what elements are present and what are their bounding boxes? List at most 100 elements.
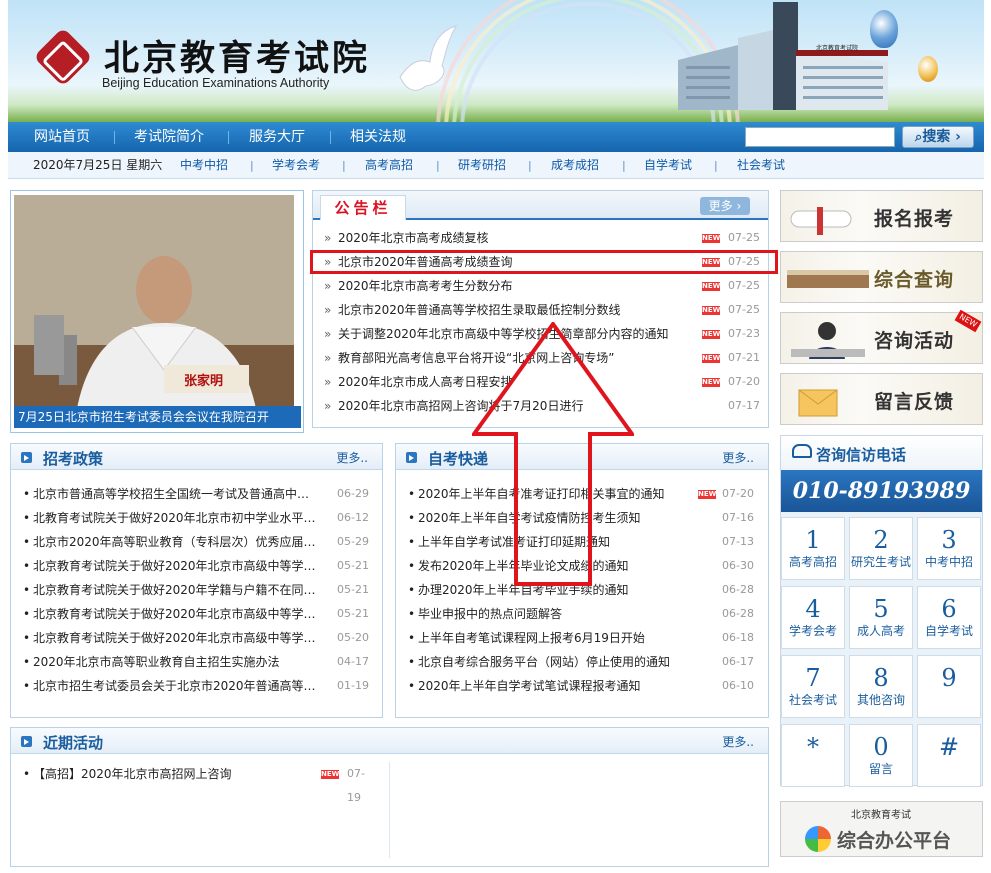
list-item-title[interactable]: 2020年上半年自学考试笔试课程报考通知 (418, 674, 641, 698)
list-item-title[interactable]: 【高招】2020年北京市高招网上咨询 (33, 762, 232, 786)
notice-item[interactable]: » 北京市2020年普通高等学校招生录取最低控制分数线 NEW 07-25 (322, 298, 762, 322)
list-item-title[interactable]: 北京自考综合服务平台（网站）停止使用的通知 (418, 650, 670, 674)
notice-more-button[interactable]: 更多 › (700, 197, 750, 215)
nav-laws[interactable]: 相关法规 (350, 122, 406, 152)
notice-item[interactable]: » 2020年北京市高考成绩复核 NEW 07-25 (322, 226, 762, 250)
keypad-key-number: 7 (805, 664, 821, 692)
side-button-registration[interactable]: 报名报考 (780, 190, 983, 242)
keypad-key[interactable]: 4 学考会考 (781, 586, 845, 649)
subnav-divider: | (250, 159, 254, 172)
list-item-title[interactable]: 北教育考试院关于做好2020年北京市初中学业水平… (33, 506, 316, 530)
list-item[interactable]: • 北京自考综合服务平台（网站）停止使用的通知 06-17 (408, 650, 758, 674)
keypad-key[interactable]: 7 社会考试 (781, 655, 845, 718)
keypad-key[interactable]: # (917, 724, 981, 787)
new-badge: NEW (702, 306, 721, 315)
keypad-key[interactable]: * (781, 724, 845, 787)
list-item-date: 01-19 (337, 679, 369, 692)
keypad-key[interactable]: 3 中考中招 (917, 517, 981, 580)
search-button[interactable]: ⌕搜索 › (902, 126, 974, 148)
office-small-text: 北京教育考试 (851, 810, 911, 821)
list-item-title[interactable]: 北京市2020年高等职业教育（专科层次）优秀应届… (33, 530, 316, 554)
list-item[interactable]: • 上半年自考笔试课程网上报考6月19日开始 06-18 (408, 626, 758, 650)
keypad-key[interactable]: 1 高考高招 (781, 517, 845, 580)
notice-item-date: 07-21 (728, 351, 760, 364)
list-item[interactable]: • 2020年上半年自学考试笔试课程报考通知 06-10 (408, 674, 758, 698)
nav-service[interactable]: 服务大厅 (249, 122, 305, 152)
keypad-key-number: 5 (873, 595, 889, 623)
keypad-key[interactable]: 2 研究生考试 (849, 517, 913, 580)
subnav-xuekao[interactable]: 学考会考 (272, 152, 320, 179)
nav-about[interactable]: 考试院简介 (134, 122, 204, 152)
policy-more-link[interactable]: 更多.. (336, 449, 368, 466)
side-button-feedback[interactable]: 留言反馈 (780, 373, 983, 425)
keypad-key[interactable]: 6 自学考试 (917, 586, 981, 649)
list-item[interactable]: • 北京市普通高等学校招生全国统一考试及普通高中… 06-29 (23, 482, 373, 506)
list-arrow-icon: » (324, 231, 332, 245)
new-badge: NEW (698, 490, 717, 499)
search-input[interactable] (745, 127, 895, 147)
list-item-title[interactable]: 2020年北京市高等职业教育自主招生实施办法 (33, 650, 280, 674)
list-item[interactable]: • 北京教育考试院关于做好2020年北京市高级中等学… 05-20 (23, 626, 373, 650)
highlight-box (310, 250, 778, 274)
list-item-title[interactable]: 北京教育考试院关于做好2020年北京市高级中等学… (33, 602, 316, 626)
list-item-title[interactable]: 北京市普通高等学校招生全国统一考试及普通高中… (33, 482, 309, 506)
bullet-icon: • (23, 767, 31, 781)
list-item[interactable]: • 北京市招生考试委员会关于北京市2020年普通高等… 01-19 (23, 674, 373, 698)
nav-home[interactable]: 网站首页 (34, 122, 90, 152)
subnav-gaokao[interactable]: 高考高招 (365, 152, 413, 179)
policy-header: 招考政策 更多.. (11, 444, 382, 470)
subnav-zhongkao[interactable]: 中考中招 (180, 152, 228, 179)
bullet-icon: • (23, 607, 31, 621)
balloon-icon (918, 56, 938, 82)
list-item[interactable]: • 北京教育考试院关于做好2020年学籍与户籍不在同… 05-21 (23, 578, 373, 602)
photo-caption[interactable]: 7月25日北京市招生考试委员会会议在我院召开 (14, 406, 301, 428)
keypad-key[interactable]: 0 留言 (849, 724, 913, 787)
arrow-icon (21, 452, 32, 463)
news-photo[interactable]: 张家明 (14, 195, 294, 427)
list-item-title[interactable]: 北京市招生考试委员会关于北京市2020年普通高等… (33, 674, 316, 698)
list-item[interactable]: • 2020年北京市高等职业教育自主招生实施办法 04-17 (23, 650, 373, 674)
list-item-title[interactable]: 上半年自考笔试课程网上报考6月19日开始 (418, 626, 645, 650)
list-item-date: 05-20 (337, 631, 369, 644)
list-item-title[interactable]: 北京教育考试院关于做好2020年北京市高级中等学… (33, 626, 316, 650)
hotline-title: 咨询信访电话 (816, 446, 907, 464)
zikao-more-link[interactable]: 更多.. (722, 449, 754, 466)
hotline-number: 010-89193989 (781, 470, 982, 512)
notice-item-title[interactable]: 2020年北京市高考成绩复核 (338, 226, 489, 250)
bullet-icon: • (408, 511, 416, 525)
annotation-arrow (472, 322, 634, 586)
list-item-title[interactable]: 北京教育考试院关于做好2020年学籍与户籍不在同… (33, 578, 316, 602)
new-badge: NEW (702, 354, 721, 363)
keypad-key-number: 9 (941, 664, 957, 692)
subnav-zikao[interactable]: 自学考试 (644, 152, 692, 179)
keypad-key[interactable]: 5 成人高考 (849, 586, 913, 649)
nav-divider (114, 131, 115, 144)
keypad-key[interactable]: 8 其他咨询 (849, 655, 913, 718)
notice-item-title[interactable]: 2020年北京市高考考生分数分布 (338, 274, 513, 298)
side-button-query[interactable]: 综合查询 (780, 251, 983, 303)
subnav-chengkao[interactable]: 成考成招 (551, 152, 599, 179)
new-badge: NEW (321, 770, 340, 779)
keypad-key-label: 高考高招 (788, 555, 837, 569)
list-item[interactable]: • 北京市2020年高等职业教育（专科层次）优秀应届… 05-29 (23, 530, 373, 554)
notice-item[interactable]: » 2020年北京市高考考生分数分布 NEW 07-25 (322, 274, 762, 298)
list-item[interactable]: • 【高招】2020年北京市高招网上咨询 NEW 07-19 (23, 762, 378, 804)
notice-item-title[interactable]: 北京市2020年普通高等学校招生录取最低控制分数线 (338, 298, 621, 322)
diploma-icon (790, 207, 852, 235)
book-icon (787, 270, 869, 288)
office-platform-banner[interactable]: 北京教育考试 综合办公平台 (780, 801, 983, 857)
list-item-date: 06-10 (722, 679, 754, 692)
nav-divider (228, 131, 229, 144)
keypad-key[interactable]: 9 (917, 655, 981, 718)
list-item-title[interactable]: 毕业申报中的热点问题解答 (418, 602, 562, 626)
activities-more-link[interactable]: 更多.. (722, 733, 754, 750)
list-item[interactable]: • 北京教育考试院关于做好2020年北京市高级中等学… 05-21 (23, 554, 373, 578)
subnav-yankao[interactable]: 研考研招 (458, 152, 506, 179)
list-item-title[interactable]: 北京教育考试院关于做好2020年北京市高级中等学… (33, 554, 316, 578)
subnav-shehui[interactable]: 社会考试 (737, 152, 785, 179)
list-item[interactable]: • 毕业申报中的热点问题解答 06-28 (408, 602, 758, 626)
list-item-date: 06-28 (722, 583, 754, 596)
side-button-consult[interactable]: 咨询活动 NEW (780, 309, 983, 364)
list-item[interactable]: • 北教育考试院关于做好2020年北京市初中学业水平… 06-12 (23, 506, 373, 530)
list-item[interactable]: • 北京教育考试院关于做好2020年北京市高级中等学… 05-21 (23, 602, 373, 626)
